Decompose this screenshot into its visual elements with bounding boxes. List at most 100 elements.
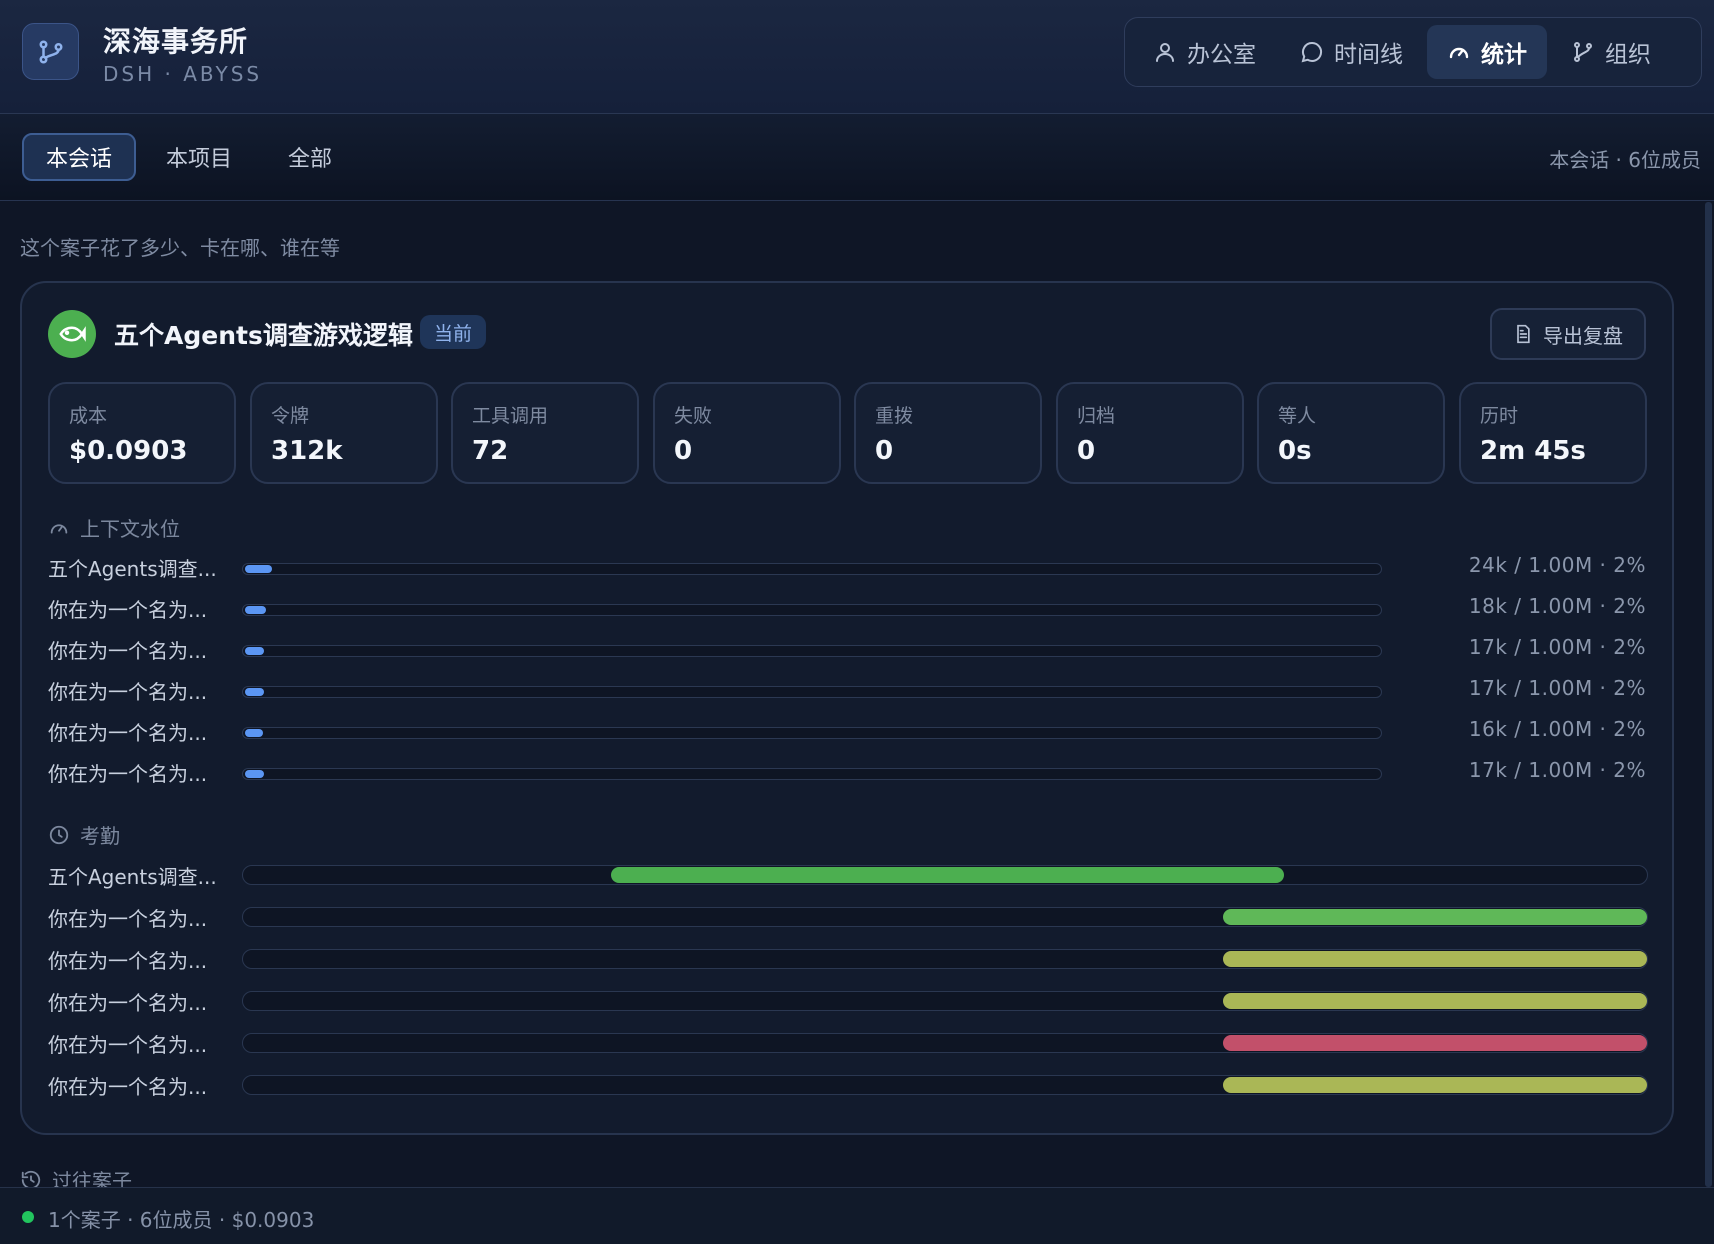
- nav-office[interactable]: 办公室: [1133, 25, 1276, 79]
- context-row-label: 你在为一个名为...: [48, 680, 208, 704]
- stat-duration: 历时 2m 45s: [1459, 382, 1647, 484]
- case-card: 五个Agents调查游戏逻辑 当前 导出复盘 成本 $0.0903 令牌 312…: [20, 281, 1674, 1135]
- page-subtitle: 这个案子花了多少、卡在哪、谁在等: [20, 236, 340, 260]
- attendance-row-label: 五个Agents调查...: [48, 865, 217, 889]
- stat-redials: 重拨 0: [854, 382, 1042, 484]
- attendance-bar[interactable]: [1223, 993, 1647, 1009]
- context-section-heading: 上下文水位: [48, 513, 180, 542]
- attendance-section-title: 考勤: [80, 824, 120, 848]
- context-row-label: 你在为一个名为...: [48, 598, 208, 622]
- context-meter-fill: [245, 647, 264, 655]
- tab-project[interactable]: 本项目: [144, 133, 254, 181]
- stat-label: 令牌: [271, 405, 310, 427]
- stat-label: 失败: [674, 405, 713, 427]
- attendance-track: [242, 991, 1648, 1011]
- context-row-label: 五个Agents调查...: [48, 557, 217, 581]
- context-row-label: 你在为一个名为...: [48, 639, 208, 663]
- attendance-track: [242, 1075, 1648, 1095]
- context-row-value: 17k / 1.00M · 2%: [1468, 758, 1646, 782]
- attendance-row-label: 你在为一个名为...: [48, 991, 208, 1015]
- attendance-bar[interactable]: [611, 867, 1284, 883]
- tab-session[interactable]: 本会话: [22, 133, 137, 181]
- nav-org-label: 组织: [1605, 42, 1651, 68]
- export-review-button[interactable]: 导出复盘: [1490, 308, 1646, 360]
- stat-label: 成本: [69, 405, 108, 427]
- status-footer: 1个案子 · 6位成员 · $0.0903: [0, 1187, 1714, 1244]
- context-meter: [242, 768, 1382, 780]
- export-review-label: 导出复盘: [1543, 323, 1623, 348]
- attendance-row-label: 你在为一个名为...: [48, 907, 208, 931]
- stat-tool-calls: 工具调用 72: [451, 382, 639, 484]
- context-row-value: 17k / 1.00M · 2%: [1468, 635, 1646, 659]
- stat-label: 等人: [1278, 405, 1317, 427]
- context-meter: [242, 563, 1382, 575]
- stat-label: 历时: [1480, 405, 1519, 427]
- attendance-track: [242, 865, 1648, 885]
- attendance-track: [242, 1033, 1648, 1053]
- context-row-value: 24k / 1.00M · 2%: [1468, 553, 1646, 577]
- context-row-label: 你在为一个名为...: [48, 762, 208, 786]
- context-meter: [242, 686, 1382, 698]
- attendance-bar[interactable]: [1223, 1077, 1647, 1093]
- attendance-bar[interactable]: [1223, 951, 1647, 967]
- attendance-row-label: 你在为一个名为...: [48, 1075, 208, 1099]
- stats-row: 成本 $0.0903 令牌 312k 工具调用 72 失败 0 重拨 0 归档 …: [48, 382, 1648, 484]
- context-meter: [242, 604, 1382, 616]
- nav-timeline[interactable]: 时间线: [1280, 25, 1423, 79]
- attendance-track: [242, 949, 1648, 969]
- stat-value: 0: [674, 436, 693, 466]
- attendance-section-heading: 考勤: [48, 820, 120, 849]
- current-badge: 当前: [420, 315, 487, 349]
- stat-tokens: 令牌 312k: [250, 382, 438, 484]
- stat-label: 归档: [1077, 405, 1116, 427]
- scope-meta: 本会话 · 6位成员: [1549, 148, 1701, 172]
- stat-value: 2m 45s: [1480, 436, 1586, 466]
- branch-logo-icon: [22, 23, 79, 80]
- context-meter-fill: [245, 770, 264, 778]
- attendance-bar[interactable]: [1223, 1035, 1647, 1051]
- nav-stats-label: 统计: [1481, 42, 1527, 68]
- status-dot: [22, 1211, 34, 1223]
- context-row-value: 16k / 1.00M · 2%: [1468, 717, 1646, 741]
- chat-bubble-icon: [1301, 41, 1323, 63]
- context-row-label: 你在为一个名为...: [48, 721, 208, 745]
- clock-icon: [49, 825, 69, 844]
- context-meter-fill: [245, 688, 264, 696]
- stat-value: $0.0903: [69, 436, 188, 466]
- fish-icon: [48, 310, 96, 358]
- attendance-row-label: 你在为一个名为...: [48, 949, 208, 973]
- nav-stats[interactable]: 统计: [1427, 25, 1547, 79]
- stat-failures: 失败 0: [653, 382, 841, 484]
- stat-cost: 成本 $0.0903: [48, 382, 236, 484]
- context-row-value: 17k / 1.00M · 2%: [1468, 676, 1646, 700]
- stat-archived: 归档 0: [1056, 382, 1244, 484]
- stat-value: 0: [875, 436, 894, 466]
- context-row-value: 18k / 1.00M · 2%: [1468, 594, 1646, 618]
- stat-value: 72: [472, 436, 509, 466]
- context-section-title: 上下文水位: [80, 517, 180, 541]
- context-meter: [242, 727, 1382, 739]
- branch-icon: [1574, 42, 1592, 62]
- document-icon: [1517, 324, 1530, 344]
- nav-org[interactable]: 组织: [1551, 25, 1671, 79]
- nav-office-label: 办公室: [1187, 42, 1256, 68]
- user-icon: [1156, 43, 1174, 62]
- scope-tabbar: 本会话 本项目 全部 本会话 · 6位成员: [0, 114, 1714, 201]
- attendance-track: [242, 907, 1648, 927]
- context-meter-fill: [245, 606, 266, 614]
- app-title: 深海事务所: [103, 25, 249, 58]
- context-meter-fill: [245, 565, 272, 573]
- tab-all[interactable]: 全部: [266, 133, 354, 181]
- scrollbar[interactable]: [1705, 202, 1712, 1187]
- main-nav: 办公室 时间线 统计 组织: [1124, 17, 1702, 87]
- stat-value: 0: [1077, 436, 1096, 466]
- attendance-bar[interactable]: [1223, 909, 1647, 925]
- context-meter: [242, 645, 1382, 657]
- app-subtitle: DSH · ABYSS: [103, 62, 263, 86]
- case-title: 五个Agents调查游戏逻辑: [114, 321, 413, 350]
- stat-label: 重拨: [875, 405, 914, 427]
- attendance-row-label: 你在为一个名为...: [48, 1033, 208, 1057]
- app-header: 深海事务所 DSH · ABYSS 办公室 时间线 统计 组织: [0, 0, 1714, 114]
- footer-summary: 1个案子 · 6位成员 · $0.0903: [48, 1208, 315, 1232]
- stat-value: 312k: [271, 436, 343, 466]
